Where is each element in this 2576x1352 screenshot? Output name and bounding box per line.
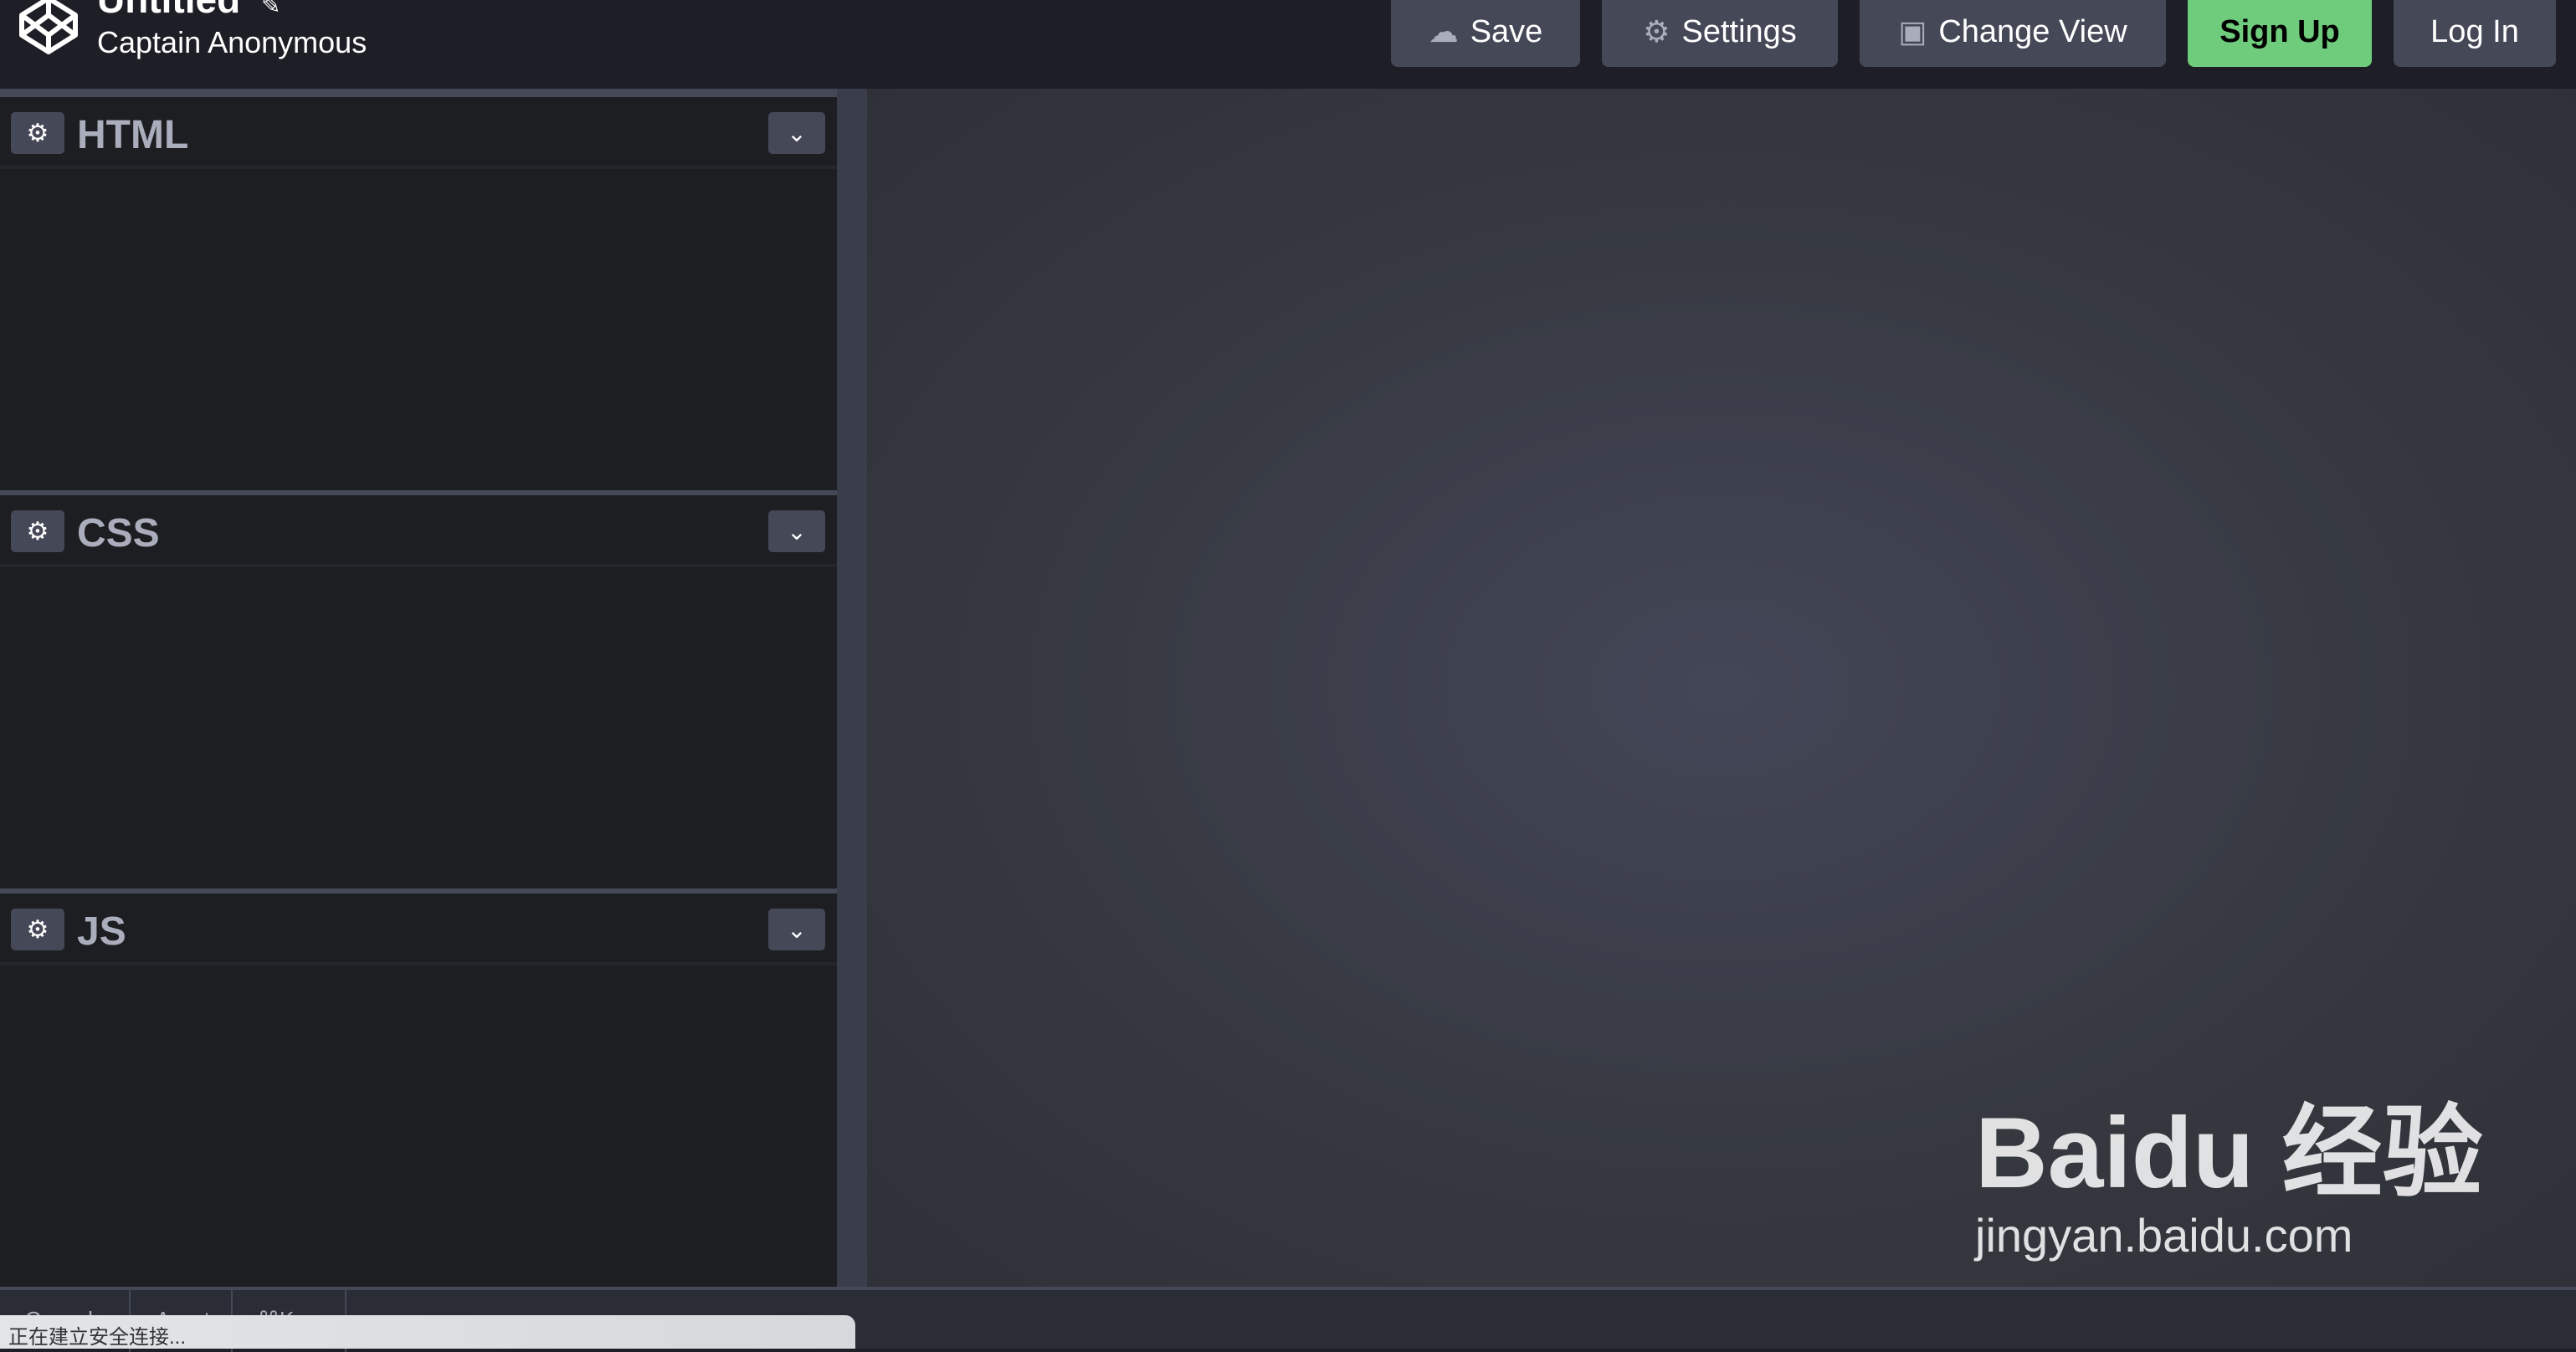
- css-editor[interactable]: ⚙ CSS ⌄: [0, 495, 837, 889]
- js-settings-gear-icon[interactable]: ⚙: [11, 909, 64, 950]
- chevron-down-icon[interactable]: ⌄: [768, 909, 825, 950]
- editors-column: ⚙ HTML ⌄ ⚙ CSS ⌄ ⚙ JS ⌄: [0, 89, 837, 1287]
- resize-gutter[interactable]: [837, 89, 867, 1287]
- css-settings-gear-icon[interactable]: ⚙: [11, 510, 64, 552]
- view-icon: ▣: [1898, 14, 1927, 49]
- chevron-down-icon[interactable]: ⌄: [768, 510, 825, 552]
- chevron-down-icon[interactable]: ⌄: [768, 112, 825, 154]
- html-editor[interactable]: ⚙ HTML ⌄: [0, 97, 837, 490]
- baidu-watermark: Baidu 经验 jingyan.baidu.com: [1975, 1097, 2483, 1262]
- js-editor[interactable]: ⚙ JS ⌄: [0, 894, 837, 1287]
- author-name: Captain Anonymous: [97, 25, 367, 59]
- editor-title: HTML: [77, 113, 189, 157]
- status-toast: 正在建立安全连接...: [0, 1315, 855, 1349]
- sign-up-button[interactable]: Sign Up: [2188, 0, 2372, 67]
- codepen-logo-icon[interactable]: [15, 0, 82, 59]
- log-in-button[interactable]: Log In: [2394, 0, 2556, 67]
- settings-button[interactable]: ⚙ Settings: [1602, 0, 1838, 67]
- editor-header: ⚙ HTML ⌄: [0, 97, 837, 169]
- save-button[interactable]: ☁ Save: [1391, 0, 1580, 67]
- editor-header: ⚙ JS ⌄: [0, 894, 837, 965]
- header: Untitled ✎ Captain Anonymous ☁Save ⚙Sett…: [0, 0, 2576, 89]
- cloud-icon: ☁: [1428, 14, 1459, 49]
- pen-title[interactable]: Untitled: [97, 0, 240, 22]
- edit-title-icon[interactable]: ✎: [261, 0, 280, 19]
- editor-title: CSS: [77, 511, 160, 556]
- editor-header: ⚙ CSS ⌄: [0, 495, 837, 567]
- gear-icon: ⚙: [1643, 14, 1670, 49]
- editor-title: JS: [77, 909, 126, 954]
- change-view-button[interactable]: ▣ Change View: [1860, 0, 2166, 67]
- html-settings-gear-icon[interactable]: ⚙: [11, 112, 64, 154]
